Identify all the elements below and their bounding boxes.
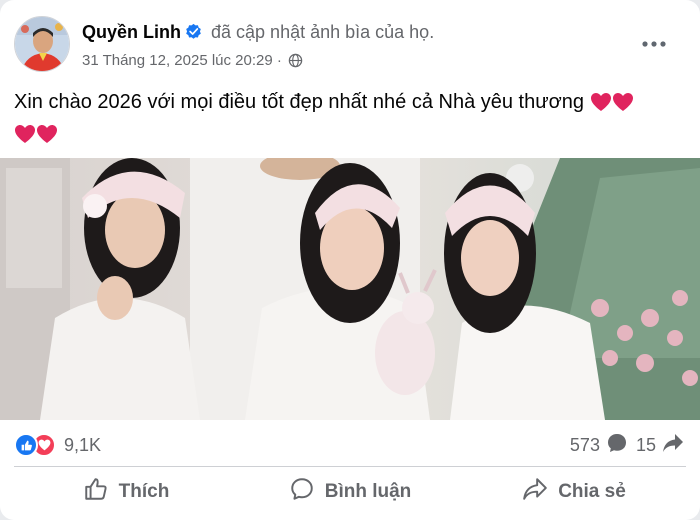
update-text: đã cập nhật ảnh bìa của họ. — [211, 22, 435, 42]
facebook-post-card: Quyền Linh đã cập nhật ảnh bìa của họ. 3… — [0, 0, 700, 520]
reactions-summary[interactable]: 9,1K — [14, 430, 101, 460]
thumbs-up-icon — [83, 476, 109, 508]
share-count: 15 — [635, 434, 656, 455]
action-bar: Thích Bình luận Chia sẻ — [14, 470, 686, 514]
author-name[interactable]: Quyền Linh — [82, 22, 181, 42]
verified-badge-icon — [185, 23, 202, 45]
post-header: Quyền Linh đã cập nhật ảnh bìa của họ. 3… — [14, 14, 686, 78]
heart-emoji-icon — [14, 124, 36, 152]
post-stats: 573 15 — [570, 430, 684, 460]
comment-bubble-icon — [606, 432, 628, 459]
share-outline-icon — [522, 477, 548, 507]
share-stat[interactable]: 15 — [636, 433, 684, 458]
like-button[interactable]: Thích — [14, 470, 238, 514]
reaction-count: 9,1K — [64, 434, 102, 455]
author-line: Quyền Linh đã cập nhật ảnh bìa của họ. — [82, 22, 434, 45]
post-text: Xin chào 2026 với mọi điều tốt đẹp nhất … — [14, 88, 686, 152]
comment-button-label: Bình luận — [324, 481, 412, 502]
heart-emoji-icon — [590, 92, 612, 120]
comment-count: 573 — [569, 434, 600, 455]
heart-emoji-icon — [612, 92, 634, 120]
like-button-label: Thích — [118, 481, 170, 502]
comment-stat[interactable]: 573 — [570, 432, 628, 459]
post-timestamp[interactable]: 31 Tháng 12, 2025 lúc 20:29 — [82, 52, 273, 69]
post-text-body: Xin chào 2026 với mọi điều tốt đẹp nhất … — [14, 91, 584, 113]
like-reaction-icon — [14, 433, 38, 457]
globe-icon[interactable] — [288, 53, 303, 72]
author-avatar[interactable] — [14, 16, 70, 72]
comment-button[interactable]: Bình luận — [238, 470, 462, 514]
stats-divider — [14, 466, 686, 467]
post-photo[interactable] — [0, 158, 700, 420]
more-options-icon[interactable] — [636, 30, 672, 58]
share-button[interactable]: Chia sẻ — [462, 470, 686, 514]
post-meta: 31 Tháng 12, 2025 lúc 20:29 · — [82, 52, 303, 72]
meta-separator: · — [276, 52, 282, 69]
share-button-label: Chia sẻ — [558, 481, 626, 502]
heart-emoji-icon — [36, 124, 58, 152]
share-arrow-icon — [662, 433, 684, 458]
comment-outline-icon — [289, 476, 315, 508]
